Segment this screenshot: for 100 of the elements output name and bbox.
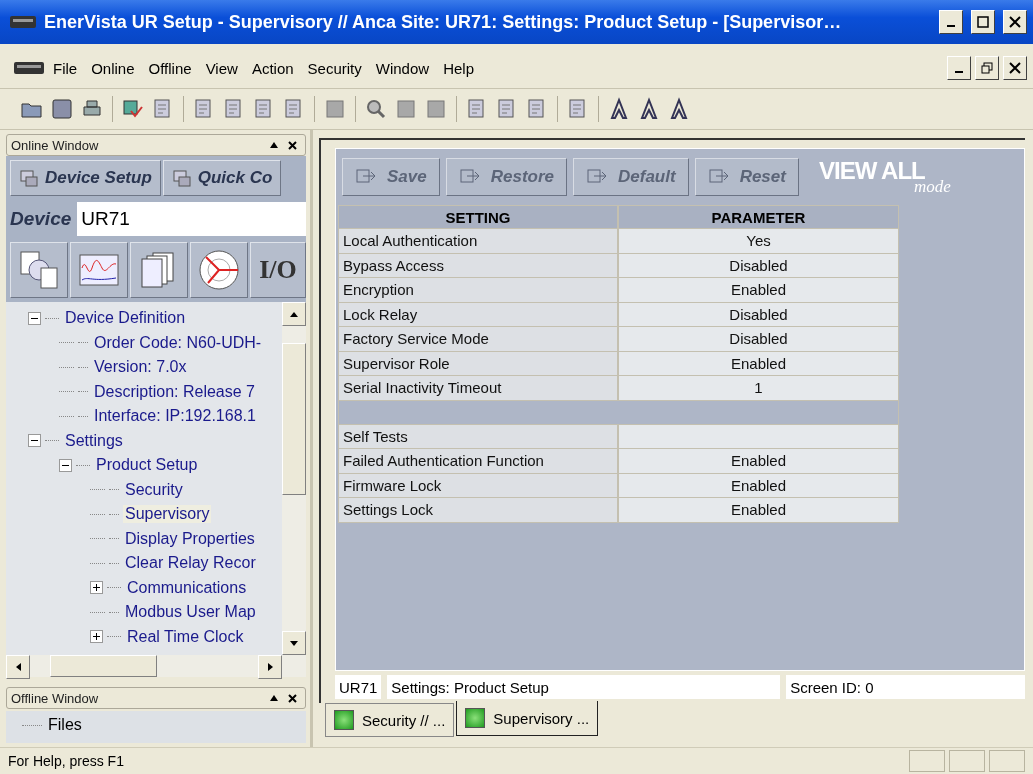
field-label: Device — [10, 208, 72, 230]
right-arrow-icon — [267, 663, 273, 671]
table-cell: Self Tests — [338, 424, 618, 449]
menu-item[interactable]: Help — [438, 59, 479, 77]
tree-item[interactable]: Files — [46, 716, 84, 735]
table-cell: Bypass Access — [338, 253, 618, 278]
waveform-button[interactable] — [70, 242, 128, 298]
minimize-button[interactable] — [947, 56, 971, 80]
tree-item[interactable]: Display Properties — [123, 529, 257, 548]
tree-item[interactable]: Description: Release 7 — [92, 382, 257, 401]
tree-item[interactable]: Product Setup — [94, 456, 200, 475]
tree-item[interactable]: Real Time Clock — [125, 627, 246, 646]
up-arrow-icon — [290, 311, 298, 317]
table-cell: Enabled — [618, 278, 899, 303]
status-led-icon — [465, 708, 486, 728]
windows-icon — [19, 168, 39, 188]
tree-item[interactable]: Order Code: N60-UDH- — [92, 333, 264, 352]
table-cell: Failed Authentication Function — [338, 449, 618, 474]
horizontal-scrollbar[interactable] — [6, 655, 306, 677]
table-cell: Serial Inactivity Timeout — [338, 376, 618, 401]
tree-item[interactable]: Interface: IP:192.168.1 — [92, 407, 258, 426]
menu-item[interactable]: File — [48, 59, 83, 77]
toolbar-button[interactable]: Quick Co — [162, 160, 282, 196]
document-tab[interactable]: Security // ... — [325, 703, 455, 737]
column-header: PARAMETER — [618, 205, 899, 229]
square-icon[interactable] — [323, 97, 347, 121]
square-icon[interactable] — [424, 97, 448, 121]
minimize-button[interactable] — [939, 10, 963, 34]
document-tab[interactable]: Supervisory ... — [456, 701, 599, 736]
plus-icon — [92, 632, 101, 642]
tree-item[interactable]: Version: 7.0x — [92, 358, 189, 377]
column-header: SETTING — [338, 205, 618, 229]
window-title: EnerVista UR Setup - Supervisory // Anca Site: UR71: Settings: Product Setup - [Supervisor… — [44, 11, 843, 33]
close-button[interactable] — [1003, 10, 1027, 34]
close-icon[interactable] — [288, 140, 297, 150]
tree-item[interactable]: Supervisory — [123, 505, 212, 524]
device-field[interactable]: UR71 — [77, 202, 306, 236]
menu-item[interactable]: Online — [86, 59, 140, 77]
status-pane — [949, 750, 985, 772]
pages-button[interactable] — [130, 242, 188, 298]
search-icon[interactable] — [364, 97, 388, 121]
close-button[interactable] — [1003, 56, 1027, 80]
phasor-button[interactable] — [190, 242, 248, 298]
table-cell: Firmware Lock — [338, 473, 618, 498]
collapse-toggle[interactable] — [28, 311, 41, 325]
windows-icon — [171, 168, 192, 188]
collapse-toggle[interactable] — [59, 458, 72, 472]
restore-icon — [981, 62, 993, 74]
menu-item[interactable]: Security — [302, 59, 367, 77]
status-pane — [909, 750, 945, 772]
table-cell: Yes — [618, 229, 899, 254]
tree-item[interactable]: Settings — [63, 431, 125, 450]
table-cell: Factory Service Mode — [338, 327, 618, 352]
app-icon — [10, 16, 36, 28]
menu-item[interactable]: Offline — [143, 59, 197, 77]
status-pane — [989, 750, 1025, 772]
table-cell: Enabled — [618, 473, 899, 498]
phasor-icon — [198, 249, 240, 291]
square-icon[interactable] — [394, 97, 418, 121]
pin-icon[interactable] — [270, 695, 278, 701]
waveform-icon — [79, 254, 119, 286]
pin-icon[interactable] — [270, 142, 278, 148]
table-cell: Disabled — [618, 327, 899, 352]
down-arrow-icon — [290, 640, 298, 646]
tree-item[interactable]: Modbus User Map — [123, 603, 258, 622]
tree-item[interactable]: Clear Relay Recor — [123, 554, 258, 573]
collapse-toggle[interactable] — [28, 434, 41, 448]
table-cell: Disabled — [618, 253, 899, 278]
toolbar-button[interactable]: Device Setup — [10, 160, 161, 196]
app-icon — [14, 62, 44, 74]
close-icon — [1009, 16, 1021, 28]
clock-pages-button[interactable] — [10, 242, 68, 298]
minimize-icon — [955, 71, 963, 73]
io-button[interactable]: I/O — [250, 242, 306, 298]
plus-icon — [92, 583, 101, 593]
status-field: Settings: Product Setup — [387, 675, 781, 699]
status-text: For Help, press F1 — [8, 753, 125, 769]
tree-item[interactable]: Security — [123, 480, 185, 499]
restore-button[interactable] — [975, 56, 999, 80]
table-cell: Local Authentication — [338, 229, 618, 254]
pages-icon — [141, 251, 177, 289]
menu-item[interactable]: Window — [370, 59, 435, 77]
tree-item[interactable]: Communications — [125, 578, 249, 597]
maximize-button[interactable] — [971, 10, 995, 34]
table-cell: Encryption — [338, 278, 618, 303]
menu-item[interactable]: Action — [246, 59, 299, 77]
close-icon[interactable] — [288, 693, 297, 703]
tree-item[interactable]: Device Definition — [63, 309, 188, 328]
status-field: Screen ID: 0 — [786, 675, 1025, 699]
expand-toggle[interactable] — [90, 581, 103, 595]
pane-title: Online Window — [11, 137, 99, 153]
table-cell: Supervisor Role — [338, 351, 618, 376]
pane-title: Offline Window — [11, 690, 99, 706]
table-cell: Enabled — [618, 498, 899, 523]
expand-toggle[interactable] — [90, 630, 103, 644]
left-arrow-icon — [15, 663, 21, 671]
status-led-icon — [334, 710, 354, 730]
vertical-scrollbar[interactable] — [282, 302, 306, 655]
table-cell: Disabled — [618, 302, 899, 327]
menu-item[interactable]: View — [200, 59, 243, 77]
